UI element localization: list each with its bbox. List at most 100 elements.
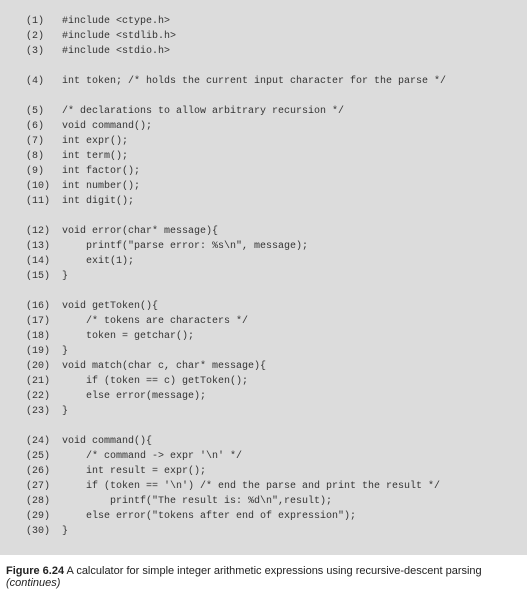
code-line: (1)#include <ctype.h> [26,14,511,29]
code-line: (13) printf("parse error: %s\n", message… [26,239,511,254]
code-line-number: (6) [26,119,62,134]
code-line: (23)} [26,404,511,419]
code-line-number: (18) [26,329,62,344]
code-line: (18) token = getchar(); [26,329,511,344]
code-line-number: (9) [26,164,62,179]
code-line-text: /* declarations to allow arbitrary recur… [62,106,344,117]
code-line-number: (2) [26,29,62,44]
code-line-text: if (token == c) getToken(); [62,376,248,387]
code-line-number: (1) [26,14,62,29]
code-line-number: (4) [26,74,62,89]
code-line-text: exit(1); [62,256,134,267]
code-line-number: (8) [26,149,62,164]
code-line-text: #include <stdlib.h> [62,31,176,42]
code-line-number: (16) [26,299,62,314]
blank-line [26,89,511,104]
code-line-number: (3) [26,44,62,59]
code-line-number: (26) [26,464,62,479]
code-line-text: token = getchar(); [62,331,194,342]
code-line-number: (29) [26,509,62,524]
code-line-number: (27) [26,479,62,494]
code-line-text: } [62,526,68,537]
code-line-number: (10) [26,179,62,194]
code-line-text: void getToken(){ [62,301,158,312]
figure-continues: (continues) [6,577,60,589]
code-line-text: void command(); [62,121,152,132]
code-line: (9)int factor(); [26,164,511,179]
blank-line [26,284,511,299]
blank-line [26,419,511,434]
code-line-text: /* command -> expr '\n' */ [62,451,242,462]
code-line: (22) else error(message); [26,389,511,404]
code-line: (2)#include <stdlib.h> [26,29,511,44]
code-line-text: else error(message); [62,391,206,402]
code-line: (30)} [26,524,511,539]
code-line-text: #include <ctype.h> [62,16,170,27]
code-line-text: #include <stdio.h> [62,46,170,57]
code-line-number: (19) [26,344,62,359]
figure-caption: Figure 6.24 A calculator for simple inte… [0,555,527,589]
code-line: (29) else error("tokens after end of exp… [26,509,511,524]
code-line-number: (21) [26,374,62,389]
blank-line [26,59,511,74]
code-line-text: int token; /* holds the current input ch… [62,76,446,87]
code-line: (19)} [26,344,511,359]
code-line: (16)void getToken(){ [26,299,511,314]
figure-label: Figure 6.24 [6,565,64,577]
code-line-text: if (token == '\n') /* end the parse and … [62,481,440,492]
code-line-number: (7) [26,134,62,149]
code-line: (27) if (token == '\n') /* end the parse… [26,479,511,494]
code-line-text: else error("tokens after end of expressi… [62,511,356,522]
code-line-number: (13) [26,239,62,254]
figure-caption-text: A calculator for simple integer arithmet… [67,565,482,577]
code-line-number: (25) [26,449,62,464]
code-line-number: (12) [26,224,62,239]
code-listing-block: (1)#include <ctype.h>(2)#include <stdlib… [0,0,527,555]
code-line-number: (22) [26,389,62,404]
code-line: (17) /* tokens are characters */ [26,314,511,329]
code-line-text: printf("parse error: %s\n", message); [62,241,308,252]
code-line: (15)} [26,269,511,284]
code-line-text: } [62,406,68,417]
code-line: (26) int result = expr(); [26,464,511,479]
code-line-text: } [62,271,68,282]
code-line-number: (14) [26,254,62,269]
code-line: (11)int digit(); [26,194,511,209]
code-line: (28) printf("The result is: %d\n",result… [26,494,511,509]
code-line-text: int result = expr(); [62,466,206,477]
code-line: (21) if (token == c) getToken(); [26,374,511,389]
code-line: (25) /* command -> expr '\n' */ [26,449,511,464]
code-line: (7)int expr(); [26,134,511,149]
code-line-text: void command(){ [62,436,152,447]
code-line-text: /* tokens are characters */ [62,316,248,327]
code-line-number: (20) [26,359,62,374]
code-line: (14) exit(1); [26,254,511,269]
code-line-text: void error(char* message){ [62,226,218,237]
code-line: (3)#include <stdio.h> [26,44,511,59]
code-line-text: int expr(); [62,136,128,147]
code-line-text: int number(); [62,181,140,192]
code-line-number: (17) [26,314,62,329]
code-line-number: (5) [26,104,62,119]
code-line-number: (23) [26,404,62,419]
blank-line [26,209,511,224]
code-line: (8)int term(); [26,149,511,164]
code-line-text: printf("The result is: %d\n",result); [62,496,332,507]
code-line-number: (24) [26,434,62,449]
code-line-number: (30) [26,524,62,539]
code-line-text: int digit(); [62,196,134,207]
code-line-text: void match(char c, char* message){ [62,361,266,372]
code-line-text: int factor(); [62,166,140,177]
code-lines-container: (1)#include <ctype.h>(2)#include <stdlib… [26,14,511,539]
code-line-number: (15) [26,269,62,284]
code-line: (20)void match(char c, char* message){ [26,359,511,374]
code-line: (6)void command(); [26,119,511,134]
code-line: (24)void command(){ [26,434,511,449]
code-line: (5)/* declarations to allow arbitrary re… [26,104,511,119]
code-line: (12)void error(char* message){ [26,224,511,239]
code-line-number: (28) [26,494,62,509]
code-line-text: int term(); [62,151,128,162]
code-line-text: } [62,346,68,357]
code-line: (4)int token; /* holds the current input… [26,74,511,89]
code-line: (10)int number(); [26,179,511,194]
